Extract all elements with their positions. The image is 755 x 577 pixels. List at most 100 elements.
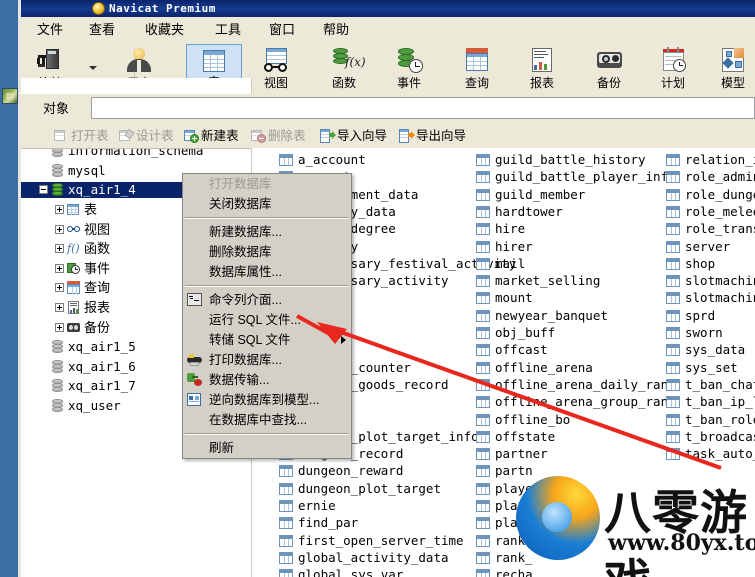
toolbar-button-model[interactable]: 模型 [705, 44, 755, 92]
context-menu-item-运行SQL文件[interactable]: 运行 SQL 文件... [183, 310, 351, 330]
table-list-item[interactable]: offline_bo [475, 412, 685, 428]
tree-expander[interactable] [55, 283, 64, 292]
tree-expander[interactable] [55, 225, 64, 234]
toolbar-button-backup[interactable]: 备份 [581, 44, 637, 92]
context-menu-item-刷新[interactable]: 刷新 [183, 438, 351, 458]
tree-expander[interactable] [55, 303, 64, 312]
table-list-item[interactable]: role_admin_activity [665, 169, 755, 185]
toolbar-button-event[interactable]: 事件 [381, 44, 437, 92]
connection-dropdown-caret[interactable] [89, 66, 97, 70]
table-list-item[interactable]: newyear_banquet [475, 308, 685, 324]
tree-expander[interactable] [55, 244, 64, 253]
table-list-item[interactable]: hire [475, 221, 685, 237]
table-icon [279, 552, 293, 564]
table-list-item[interactable]: server [665, 239, 755, 255]
toolbar-button-function[interactable]: f(x) 函数 [316, 44, 372, 92]
menu-view[interactable]: 查看 [83, 20, 121, 39]
desktop-shortcut-icon[interactable] [2, 88, 18, 104]
table-list-item[interactable]: t_ban_role [665, 412, 755, 428]
table-list-item[interactable]: sys_data [665, 342, 755, 358]
menu-file[interactable]: 文件 [31, 20, 69, 39]
table-list-item[interactable]: guild_battle_history [475, 152, 685, 168]
menu-help[interactable]: 帮助 [317, 20, 355, 39]
table-list-item[interactable]: task_auto_trigger [665, 446, 755, 462]
table-list-item[interactable]: global_activity_data [278, 550, 488, 566]
context-menu-item-数据库属性[interactable]: 数据库属性... [183, 262, 351, 282]
table-icon [666, 448, 680, 460]
table-list-item[interactable]: shop [665, 256, 755, 272]
object-filter-input[interactable] [91, 97, 755, 119]
tree-expander[interactable] [39, 185, 48, 194]
table-list-item[interactable]: offline_arena_group_rank [475, 394, 685, 410]
context-menu-item-数据传输[interactable]: 数据传输... [183, 370, 351, 390]
action-export-wizard[interactable]: 导出向导 [399, 127, 466, 145]
table-list-item[interactable]: global_sys_var [278, 567, 488, 577]
tree-expander[interactable] [55, 205, 64, 214]
menu-window[interactable]: 窗口 [263, 20, 301, 39]
table-list-item[interactable]: ernie [278, 498, 488, 514]
table-list-item[interactable]: first_open_server_time [278, 533, 488, 549]
table-list-item[interactable]: playe [475, 481, 685, 497]
table-list-item[interactable]: role_melee_info [665, 204, 755, 220]
table-list-item[interactable]: partner [475, 446, 685, 462]
menu-favorites[interactable]: 收藏夹 [139, 20, 190, 39]
toolbar-button-schedule[interactable]: 计划 [645, 44, 701, 92]
table-list-item[interactable]: obj_buff [475, 325, 685, 341]
tab-objects[interactable]: 对象 [31, 98, 81, 120]
menu-tools[interactable]: 工具 [209, 20, 247, 39]
table-list-item[interactable]: mail [475, 256, 685, 272]
context-menu-item-关闭数据库[interactable]: 关闭数据库 [183, 194, 351, 214]
table-list-item[interactable]: t_ban_chat [665, 377, 755, 393]
database-context-menu[interactable]: 打开数据库 关闭数据库 新建数据库... 删除数据库 数据库属性... 命令列介面... 运… [182, 173, 352, 459]
context-menu-item-命令列介面[interactable]: 命令列介面... [183, 290, 351, 310]
table-list-item[interactable]: rank_ [475, 550, 685, 566]
table-list-item[interactable]: sworn [665, 325, 755, 341]
action-import-wizard[interactable]: 导入向导 [320, 127, 387, 145]
table-list-item[interactable]: a_account [278, 152, 488, 168]
table-name: sprd [685, 308, 716, 323]
toolbar-button-query[interactable]: 查询 [449, 44, 505, 92]
object-action-bar: 打开表 设计表 新建表 删除表 导入向导 导出向导 [21, 124, 755, 149]
tree-node-label: xq_air1_4 [68, 182, 136, 197]
table-list-item[interactable]: market_selling [475, 273, 685, 289]
table-list-item[interactable]: playe [475, 498, 685, 514]
table-list-item[interactable]: recha [475, 567, 685, 577]
table-list-item[interactable]: find_par [278, 515, 488, 531]
context-menu-item-逆向数据库到模型[interactable]: 逆向数据库到模型... [183, 390, 351, 410]
table-list-item[interactable]: role_dungeon [665, 187, 755, 203]
model-icon [718, 47, 748, 75]
table-list-item[interactable]: guild_member [475, 187, 685, 203]
context-menu-item-新建数据库[interactable]: 新建数据库... [183, 222, 351, 242]
toolbar-button-view[interactable]: 视图 [248, 44, 304, 92]
context-menu-item-删除数据库[interactable]: 删除数据库 [183, 242, 351, 262]
toolbar-button-report[interactable]: 报表 [514, 44, 570, 92]
table-list-item[interactable]: role_transport [665, 221, 755, 237]
table-list-item[interactable]: playe [475, 515, 685, 531]
action-new-table[interactable]: 新建表 [184, 127, 239, 145]
table-list-item[interactable]: guild_battle_player_info [475, 169, 685, 185]
tree-expander[interactable] [55, 323, 64, 332]
table-list-item[interactable]: mount [475, 290, 685, 306]
table-list-item[interactable]: offcast [475, 342, 685, 358]
table-list-item[interactable]: sprd [665, 308, 755, 324]
tree-expander[interactable] [55, 264, 64, 273]
table-list-item[interactable]: sys_set [665, 360, 755, 376]
table-list-item[interactable]: hirer [475, 239, 685, 255]
table-list-item[interactable]: rank [475, 533, 685, 549]
table-list-item[interactable]: t_ban_ip_list [665, 394, 755, 410]
table-list-item[interactable]: offline_arena [475, 360, 685, 376]
table-list-item[interactable]: offstate [475, 429, 685, 445]
context-menu-item-打印数据库[interactable]: 打印数据库... [183, 350, 351, 370]
table-list-item[interactable]: offline_arena_daily_rank [475, 377, 685, 393]
table-list-item[interactable]: hardtower [475, 204, 685, 220]
context-menu-item-在数据库中查找[interactable]: 在数据库中查找... [183, 410, 351, 430]
table-list-item[interactable]: slotmachine_history [665, 290, 755, 306]
context-menu-item-转储SQL文件[interactable]: 转储 SQL 文件 [183, 330, 351, 350]
table-list-item[interactable]: dungeon_plot_target [278, 481, 488, 497]
table-list-item[interactable]: relation_info [665, 152, 755, 168]
context-menu-item-label: 新建数据库... [209, 225, 282, 239]
table-list-item[interactable]: slotmachine [665, 273, 755, 289]
table-list-item[interactable]: partn [475, 463, 685, 479]
table-list-item[interactable]: dungeon_reward [278, 463, 488, 479]
table-list-item[interactable]: t_broadcast [665, 429, 755, 445]
